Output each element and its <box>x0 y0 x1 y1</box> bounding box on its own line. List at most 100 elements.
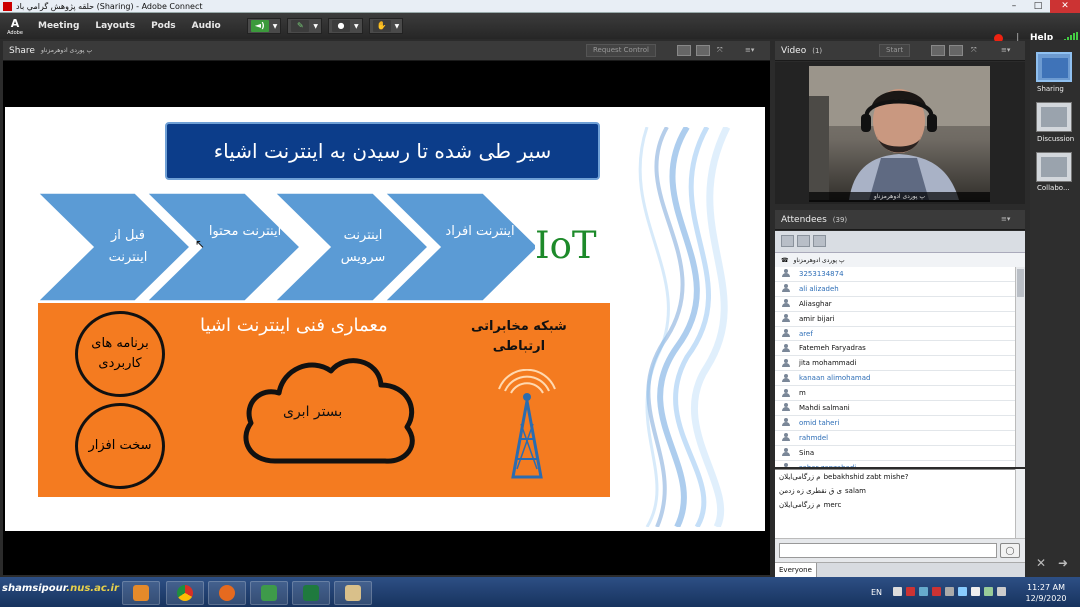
attendee-person-icon <box>781 284 791 293</box>
hardware-circle: سخت افزار <box>75 403 165 489</box>
tray-icon-2[interactable] <box>906 587 915 596</box>
microphone-button[interactable]: ✎ ▼ <box>287 18 322 34</box>
attendee-row[interactable]: kanaan alimohamad <box>775 371 1015 387</box>
chat-tab-everyone[interactable]: Everyone <box>775 563 817 578</box>
attendee-person-icon <box>781 314 791 323</box>
menu-meeting[interactable]: Meeting <box>38 21 79 31</box>
attendee-person-icon <box>781 343 791 353</box>
attendee-name: m <box>799 389 806 398</box>
webcam-icon: ● <box>332 20 350 32</box>
chat-sender: ی ق نقطر‌ی زه زدمن <box>779 487 843 495</box>
menu-audio[interactable]: Audio <box>192 21 221 31</box>
fit-width-icon[interactable] <box>677 45 691 56</box>
tray-icon-9[interactable] <box>997 587 1006 596</box>
pod-options-icon[interactable]: ≡▾ <box>745 46 754 54</box>
attendee-person-icon <box>781 418 791 427</box>
attendee-row[interactable]: omid taheri <box>775 416 1015 431</box>
start-video-button[interactable]: Start <box>879 44 911 57</box>
list-view-icon[interactable] <box>781 235 794 247</box>
layout-sharing-label[interactable]: Sharing <box>1037 85 1080 93</box>
video-pod-title: Video <box>781 45 807 56</box>
attendee-row[interactable]: 3253134874 <box>775 267 1015 282</box>
fullscreen-icon[interactable]: ⤧ <box>717 46 723 55</box>
chat-scrollbar[interactable] <box>1015 469 1025 538</box>
attendees-toolbar <box>775 231 1025 253</box>
tray-icon-5[interactable] <box>945 587 954 596</box>
tray-icon-6[interactable] <box>958 587 967 596</box>
tray-icon-7[interactable] <box>971 587 980 596</box>
attendee-count: (39) <box>832 215 848 224</box>
attendee-list-scrollbar[interactable] <box>1015 267 1025 467</box>
attendee-name: omid taheri <box>799 418 840 427</box>
grid-view-icon[interactable] <box>797 235 810 247</box>
attendee-row[interactable]: Aliasghar <box>775 297 1015 312</box>
layout-sharing-thumb[interactable] <box>1036 52 1072 82</box>
taskbar-firefox[interactable] <box>208 581 246 605</box>
attendees-pod-title: Attendees <box>781 214 827 225</box>
attendee-person-icon <box>781 448 791 457</box>
sort-icon[interactable] <box>813 235 826 247</box>
title-bar: حلقه پژوهش گرامي باد (Sharing) - Adobe C… <box>0 0 1080 13</box>
attendees-pod-options-icon[interactable]: ≡▾ <box>1001 215 1010 223</box>
expand-layouts-icon[interactable]: ➜ <box>1058 556 1068 570</box>
video-stage-icon[interactable] <box>949 45 963 56</box>
video-grid-icon[interactable] <box>931 45 945 56</box>
attendee-row[interactable]: Fatemeh Faryadras <box>775 341 1015 357</box>
taskbar-chrome[interactable] <box>166 581 204 605</box>
share-pod-header: Share پ پوردی ادوهرمزناو Request Control… <box>3 41 770 61</box>
chevron-down-icon[interactable]: ▼ <box>273 23 278 30</box>
attendee-row[interactable]: rahmdel <box>775 431 1015 446</box>
chevron-down-icon[interactable]: ▼ <box>313 23 318 30</box>
minimize-icon[interactable]: – <box>1002 0 1026 13</box>
chat-input-row: ◯ <box>775 538 1025 562</box>
chevron-down-icon[interactable]: ▼ <box>395 23 400 30</box>
chat-send-button[interactable]: ◯ <box>1000 543 1020 558</box>
taskbar-excel[interactable] <box>292 581 330 605</box>
chevron-process-diagram <box>36 192 535 302</box>
taskbar-app-green[interactable] <box>250 581 288 605</box>
chat-send-icon: ◯ <box>1005 546 1015 555</box>
speaker-button[interactable]: ◄) ▼ <box>246 18 282 34</box>
menu-pods[interactable]: Pods <box>151 21 176 31</box>
tray-icon-1[interactable] <box>893 587 902 596</box>
attendee-row[interactable]: m <box>775 386 1015 402</box>
chevron-text-people-internet: اینترنت افراد <box>445 224 515 239</box>
tray-icon-4[interactable] <box>932 587 941 596</box>
close-layouts-icon[interactable]: ✕ <box>1036 556 1046 570</box>
layout-discussion-label[interactable]: Discussion <box>1037 135 1080 143</box>
tray-icon-8[interactable] <box>984 587 993 596</box>
attendee-row[interactable]: sahar zanzabadi <box>775 461 1015 467</box>
fit-page-icon[interactable] <box>696 45 710 56</box>
attendee-list: 3253134874 ali alizadeh Aliasghar amir bija… <box>775 267 1015 467</box>
layout-collaboration-label[interactable]: Collabo... <box>1037 184 1080 192</box>
start-button[interactable]: shamsipour.nus.ac.ir <box>2 583 119 594</box>
webcam-button[interactable]: ● ▼ <box>328 18 363 34</box>
chat-text: salam <box>845 487 867 495</box>
attendee-row[interactable]: Sina <box>775 446 1015 461</box>
video-pod-options-icon[interactable]: ≡▾ <box>1001 46 1010 54</box>
close-icon[interactable]: ✕ <box>1050 0 1080 13</box>
video-fullscreen-icon[interactable]: ⤧ <box>971 46 977 55</box>
language-indicator[interactable]: EN <box>871 588 882 597</box>
taskbar-clock[interactable]: 11:27 AM 12/9/2020 <box>1024 582 1068 604</box>
attendee-row[interactable]: jita mohammadi <box>775 356 1015 372</box>
attendee-row[interactable]: ali alizadeh <box>775 282 1015 297</box>
raise-hand-button[interactable]: ✋ ▼ <box>368 18 404 34</box>
attendee-row[interactable]: amir bijari <box>775 312 1015 327</box>
window-title: حلقه پژوهش گرامي باد (Sharing) - Adobe C… <box>16 1 203 11</box>
menu-layouts[interactable]: Layouts <box>95 21 135 31</box>
chat-input[interactable] <box>779 543 997 558</box>
request-control-button[interactable]: Request Control <box>586 44 656 57</box>
layout-discussion-thumb[interactable] <box>1036 102 1072 132</box>
taskbar-paint[interactable] <box>334 581 372 605</box>
maximize-icon[interactable]: □ <box>1026 0 1050 13</box>
attendees-host-row[interactable]: ☎ پ پوردی ادوهرمزناو <box>775 253 1025 267</box>
attendee-row[interactable]: Mahdi salmani <box>775 401 1015 416</box>
chevron-down-icon[interactable]: ▼ <box>354 23 359 30</box>
attendee-row[interactable]: aref <box>775 327 1015 342</box>
layout-collaboration-thumb[interactable] <box>1036 152 1072 182</box>
taskbar-media-player[interactable] <box>122 581 160 605</box>
tray-icon-3[interactable] <box>919 587 928 596</box>
presentation-slide: سیر طی شده تا رسیدن به اینترنت اشیاء قبل… <box>5 107 765 531</box>
scrollbar-thumb[interactable] <box>1017 269 1024 297</box>
